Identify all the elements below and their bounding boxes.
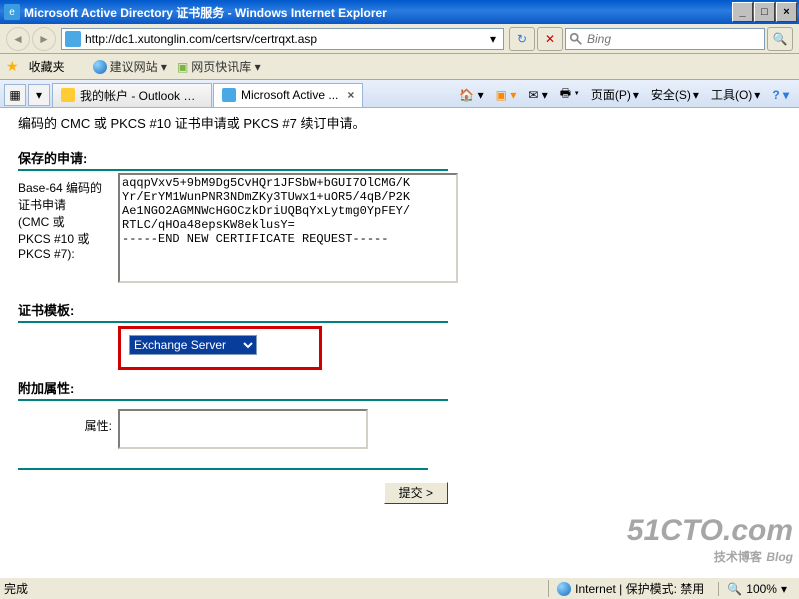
tab-label: 我的帐户 - Outlook W... (80, 87, 203, 104)
tab-label: Microsoft Active ... (241, 88, 338, 102)
tab-outlook[interactable]: 我的帐户 - Outlook W... (52, 83, 212, 107)
window-title: Microsoft Active Directory 证书服务 - Window… (24, 4, 731, 21)
favorites-label[interactable]: 收藏夹 (29, 58, 65, 75)
minimize-button[interactable]: _ (732, 2, 753, 22)
highlight-box: Exchange Server (118, 326, 322, 370)
zoom-control[interactable]: 🔍100% ▾ (718, 582, 795, 596)
attributes-header: 附加属性: (18, 378, 448, 401)
address-bar[interactable]: ▾ (61, 28, 504, 50)
certificate-request-textarea[interactable]: aqqpVxv5+9bM9Dg5CvHQr1JFSbW+bGUI7OlCMG/K… (118, 173, 458, 283)
submit-button[interactable]: 提交 > (384, 482, 448, 504)
safety-menu[interactable]: 安全(S) ▾ (651, 86, 699, 103)
tab-certsrv[interactable]: Microsoft Active ... × (213, 83, 363, 107)
base64-label: Base-64 编码的 证书申请 (CMC 或 PKCS #10 或 PKCS … (18, 173, 118, 286)
url-dropdown[interactable]: ▾ (486, 32, 500, 46)
refresh-button[interactable]: ↻ (509, 27, 535, 51)
close-button[interactable]: × (776, 2, 797, 22)
forward-button[interactable]: ► (32, 27, 56, 51)
page-menu[interactable]: 页面(P) ▾ (591, 86, 639, 103)
ie-favicon-icon (222, 88, 236, 102)
back-button[interactable]: ◄ (6, 27, 30, 51)
internet-zone-icon (557, 582, 571, 596)
security-zone: Internet | 保护模式: 禁用 (575, 580, 704, 597)
print-button[interactable]: 🖶 ▾ (560, 84, 579, 105)
tab-list-button[interactable]: ▾ (28, 84, 50, 106)
suggested-sites-link[interactable]: 建议网站 ▾ (93, 58, 167, 75)
command-bar: 🏠 ▾ ▣ ▾ ✉ ▾ 🖶 ▾ 页面(P) ▾ 安全(S) ▾ 工具(O) ▾ … (459, 84, 795, 105)
description-text: 编码的 CMC 或 PKCS #10 证书申请或 PKCS #7 续订申请。 (18, 114, 781, 134)
feeds-button[interactable]: ▣ ▾ (496, 88, 517, 102)
status-bar: 完成 Internet | 保护模式: 禁用 🔍100% ▾ (0, 577, 799, 599)
search-input[interactable] (587, 30, 761, 48)
favorites-bar: ★ 收藏夹 建议网站 ▾ ▣网页快讯库 ▾ (0, 54, 799, 80)
tab-close-icon[interactable]: × (347, 88, 354, 102)
help-button[interactable]: ? ▾ (772, 88, 789, 102)
certificate-template-select[interactable]: Exchange Server (129, 335, 257, 355)
divider (18, 468, 428, 470)
globe-icon (93, 60, 107, 74)
template-header: 证书模板: (18, 300, 448, 323)
favorites-star-icon[interactable]: ★ (6, 58, 19, 75)
search-icon (569, 32, 583, 46)
navigation-toolbar: ◄ ► ▾ ↻ ✕ 🔍 (0, 24, 799, 54)
maximize-button[interactable]: □ (754, 2, 775, 22)
search-bar[interactable] (565, 28, 765, 50)
tab-bar: ▦ ▾ 我的帐户 - Outlook W... Microsoft Active… (0, 80, 799, 108)
attributes-textarea[interactable] (118, 409, 368, 449)
home-button[interactable]: 🏠 ▾ (459, 88, 483, 102)
status-text: 完成 (4, 580, 28, 597)
attributes-label: 属性: (18, 403, 118, 452)
ie-icon: e (4, 4, 20, 20)
request-form: Base-64 编码的 证书申请 (CMC 或 PKCS #10 或 PKCS … (18, 173, 458, 286)
tools-menu[interactable]: 工具(O) ▾ (711, 86, 760, 103)
stop-button[interactable]: ✕ (537, 27, 563, 51)
page-content: 编码的 CMC 或 PKCS #10 证书申请或 PKCS #7 续订申请。 保… (0, 108, 799, 588)
webslice-link[interactable]: ▣网页快讯库 ▾ (177, 58, 261, 75)
ie-favicon-icon (65, 31, 81, 47)
quick-tabs-button[interactable]: ▦ (4, 84, 26, 106)
search-go-button[interactable]: 🔍 (767, 27, 793, 51)
watermark: 51CTO.com 技术博客 Blog (627, 514, 793, 566)
mail-button[interactable]: ✉ ▾ (528, 88, 547, 102)
window-titlebar: e Microsoft Active Directory 证书服务 - Wind… (0, 0, 799, 24)
saved-request-header: 保存的申请: (18, 148, 448, 171)
url-input[interactable] (85, 30, 486, 48)
outlook-favicon-icon (61, 88, 75, 102)
